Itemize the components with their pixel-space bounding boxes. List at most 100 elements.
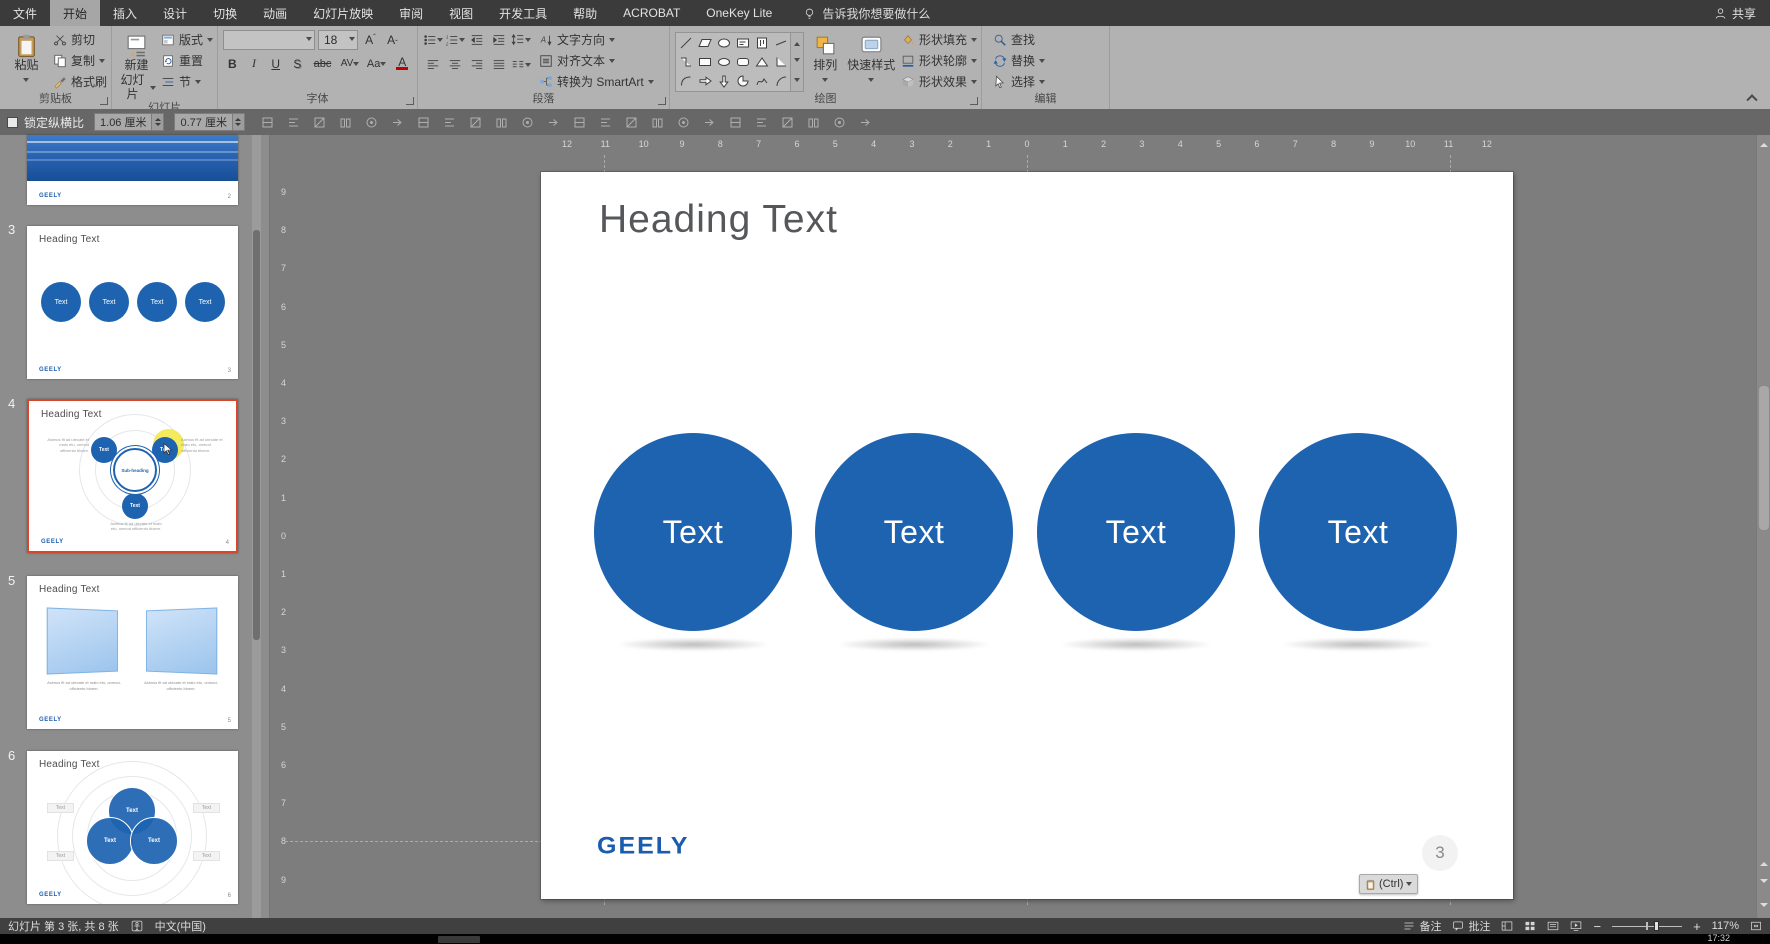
thumbnail-slide-3[interactable]: Heading Text Text Text Text Text GEELY 3 xyxy=(27,226,238,379)
shape-right-angle-icon[interactable] xyxy=(771,52,790,71)
convert-smartart-button[interactable]: 转换为 SmartArt xyxy=(539,72,654,91)
quick-tool-align-left-icon[interactable] xyxy=(313,116,326,129)
font-color-button[interactable]: A xyxy=(391,54,413,73)
shape-height-spinner[interactable]: 0.77 厘米 xyxy=(174,113,244,131)
shape-arrow-down-icon[interactable] xyxy=(714,71,733,90)
drawing-dialog-launcher[interactable] xyxy=(970,97,978,105)
quick-tool-group-objects-icon[interactable] xyxy=(677,116,690,129)
menu-tab-13[interactable]: OneKey Lite xyxy=(693,0,785,26)
zoom-level[interactable]: 117% xyxy=(1712,920,1739,932)
clipboard-dialog-launcher[interactable] xyxy=(100,97,108,105)
find-button[interactable]: 查找 xyxy=(993,30,1045,49)
align-center-button[interactable] xyxy=(445,55,464,74)
menu-tab-5[interactable]: 切换 xyxy=(200,0,250,26)
shape-rounded-rectangle-icon[interactable] xyxy=(733,52,752,71)
align-text-button[interactable]: 对齐文本 xyxy=(539,51,654,70)
quick-tool-distribute-vertical-icon[interactable] xyxy=(495,116,508,129)
menu-tab-3[interactable]: 插入 xyxy=(100,0,150,26)
quick-tool-align-top-icon[interactable] xyxy=(391,116,404,129)
grow-font-button[interactable]: Aˆ xyxy=(361,31,380,50)
quick-tool-object-size-icon[interactable] xyxy=(807,116,820,129)
fit-to-window-button[interactable] xyxy=(1750,920,1762,932)
collapse-ribbon-button[interactable] xyxy=(1748,93,1762,103)
share-button[interactable]: 共享 xyxy=(1714,5,1756,22)
text-direction-button[interactable]: A文字方向 xyxy=(539,30,654,49)
main-vertical-scrollbar[interactable] xyxy=(1756,135,1770,918)
shape-pie-icon[interactable] xyxy=(733,71,752,90)
accessibility-icon[interactable] xyxy=(131,920,143,932)
slide-sorter-view-button[interactable] xyxy=(1524,920,1536,932)
notes-button[interactable]: 备注 xyxy=(1403,918,1441,934)
replace-button[interactable]: 替换 xyxy=(993,51,1045,70)
paragraph-dialog-launcher[interactable] xyxy=(658,97,666,105)
scroll-up-button[interactable] xyxy=(1757,135,1770,151)
shape-oval-icon[interactable] xyxy=(714,33,733,52)
underline-button[interactable]: U xyxy=(266,54,285,73)
zoom-in-button[interactable]: + xyxy=(1693,919,1701,934)
comments-button[interactable]: 批注 xyxy=(1452,918,1490,934)
menu-tab-2[interactable]: 开始 xyxy=(50,0,100,26)
shrink-font-button[interactable]: Aˇ xyxy=(383,31,402,50)
menu-tab-10[interactable]: 开发工具 xyxy=(486,0,560,26)
bold-button[interactable]: B xyxy=(223,54,242,73)
quick-tool-snap-icon[interactable] xyxy=(781,116,794,129)
quick-tool-flip-horizontal-icon[interactable] xyxy=(573,116,586,129)
line-spacing-button[interactable] xyxy=(511,30,530,49)
taskbar-item[interactable] xyxy=(438,936,480,943)
decrease-indent-button[interactable] xyxy=(467,30,486,49)
quick-tool-more-tools-icon[interactable] xyxy=(859,116,872,129)
quick-tool-align-bottom-icon[interactable] xyxy=(443,116,456,129)
align-right-button[interactable] xyxy=(467,55,486,74)
thumbnail-slide-2[interactable]: GEELY 2 xyxy=(27,135,238,205)
shapes-scroll-down[interactable] xyxy=(791,52,803,71)
columns-button[interactable] xyxy=(511,55,530,74)
quick-tool-rotate-left-icon[interactable] xyxy=(521,116,534,129)
shape-line-icon[interactable] xyxy=(771,33,790,52)
quick-tool-rotate-right-icon[interactable] xyxy=(547,116,560,129)
quick-tool-flip-vertical-icon[interactable] xyxy=(599,116,612,129)
quick-tool-align-right-icon[interactable] xyxy=(365,116,378,129)
reading-view-button[interactable] xyxy=(1547,920,1559,932)
shape-vertical-text-box-icon[interactable] xyxy=(752,33,771,52)
menu-tab-11[interactable]: 帮助 xyxy=(560,0,610,26)
lock-aspect-checkbox[interactable] xyxy=(7,117,18,128)
select-button[interactable]: 选择 xyxy=(993,72,1045,91)
tell-me-search[interactable]: 告诉我你想要做什么 xyxy=(803,5,930,22)
quick-styles-button[interactable]: 快速样式 xyxy=(846,30,896,92)
shape-width-spinner[interactable]: 1.06 厘米 xyxy=(94,113,164,131)
change-case-button[interactable]: Aa xyxy=(365,54,389,73)
shape-parallelogram-icon[interactable] xyxy=(695,33,714,52)
quick-tool-object-position-icon[interactable] xyxy=(833,116,846,129)
paste-options-button[interactable]: (Ctrl) xyxy=(1359,874,1418,894)
font-name-combo[interactable] xyxy=(223,30,315,50)
menu-tab-9[interactable]: 视图 xyxy=(436,0,486,26)
menu-tab-12[interactable]: ACROBAT xyxy=(610,0,693,26)
slide-circle-shape[interactable]: Text xyxy=(815,433,1013,631)
zoom-out-button[interactable]: − xyxy=(1593,919,1601,934)
thumbnail-slide-5[interactable]: Heading Text Asimus fit ad utecate et ma… xyxy=(27,576,238,729)
cut-button[interactable]: 剪切 xyxy=(53,30,107,49)
scrollbar-thumb[interactable] xyxy=(1759,386,1769,530)
shape-fill-button[interactable]: 形状填充 xyxy=(901,30,977,49)
shadow-button[interactable]: S xyxy=(288,54,307,73)
shape-elbow-connector-icon[interactable] xyxy=(676,52,695,71)
shape-freeform-icon[interactable] xyxy=(752,71,771,90)
increase-indent-button[interactable] xyxy=(489,30,508,49)
new-slide-button[interactable]: 新建 幻灯片 xyxy=(117,30,156,101)
quick-tool-redo-icon[interactable] xyxy=(287,116,300,129)
quick-tool-align-center-icon[interactable] xyxy=(339,116,352,129)
previous-slide-button[interactable] xyxy=(1757,854,1770,870)
format-painter-button[interactable]: 格式刷 xyxy=(53,72,107,91)
reset-button[interactable]: 重置 xyxy=(161,51,213,70)
shape-arc-icon[interactable] xyxy=(771,71,790,90)
next-slide-button[interactable] xyxy=(1757,875,1770,891)
shapes-scroll-up[interactable] xyxy=(791,33,803,52)
quick-tool-bring-to-front-icon[interactable] xyxy=(625,116,638,129)
slide-circle-shape[interactable]: Text xyxy=(594,433,792,631)
paste-button[interactable]: 粘贴 xyxy=(5,30,48,92)
language-status[interactable]: 中文(中国) xyxy=(155,918,206,934)
quick-tool-send-to-back-icon[interactable] xyxy=(651,116,664,129)
layout-button[interactable]: 版式 xyxy=(161,30,213,49)
slide-canvas[interactable]: Heading Text Text Text Text Text GEELY 3… xyxy=(541,172,1513,899)
shape-curved-connector-icon[interactable] xyxy=(676,71,695,90)
